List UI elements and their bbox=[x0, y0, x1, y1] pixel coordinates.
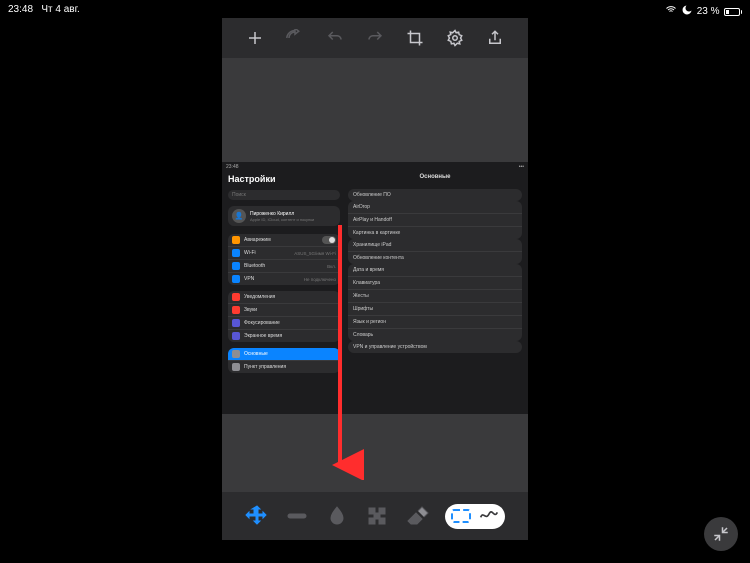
sidebar-group: Уведомления Звуки Фокусирование Экранное вр… bbox=[228, 291, 340, 342]
selection-tool-group bbox=[445, 504, 505, 529]
row-icon bbox=[232, 332, 240, 340]
inner-status-bar: 23:48 ••• bbox=[226, 164, 524, 170]
row-label: Авиарежим bbox=[244, 237, 271, 243]
canvas-empty-bottom bbox=[222, 414, 528, 492]
detail-row[interactable]: Клавиатура bbox=[348, 277, 522, 290]
detail-title: Основные bbox=[348, 174, 522, 180]
pixelate-tool[interactable] bbox=[365, 504, 389, 528]
move-tool[interactable] bbox=[245, 504, 269, 528]
line-tool[interactable] bbox=[285, 504, 309, 528]
detail-row[interactable]: AirDrop bbox=[348, 201, 522, 214]
wifi-icon bbox=[665, 4, 677, 19]
ipad-status-bar: 23:48 Чт 4 авг. 23 % bbox=[0, 4, 750, 19]
toggle[interactable] bbox=[322, 236, 336, 244]
row-label: Wi-Fi bbox=[244, 250, 256, 256]
row-label: Фокусирование bbox=[244, 320, 280, 326]
status-date: Чт 4 авг. bbox=[41, 4, 79, 15]
settings-sidebar: Настройки Поиск 👤 Пироженко Кирилл Apple… bbox=[222, 162, 344, 414]
image-editor: 23:48 ••• Настройки Поиск 👤 Пироженко Ки… bbox=[222, 18, 528, 540]
detail-row[interactable]: Жесты bbox=[348, 290, 522, 303]
row-icon bbox=[232, 350, 240, 358]
row-icon bbox=[232, 319, 240, 327]
row-icon bbox=[232, 306, 240, 314]
detail-row[interactable]: Шрифты bbox=[348, 303, 522, 316]
detail-group: VPN и управление устройством bbox=[348, 341, 522, 353]
back-button[interactable] bbox=[286, 29, 304, 47]
battery-icon bbox=[724, 8, 743, 16]
edited-screenshot[interactable]: 23:48 ••• Настройки Поиск 👤 Пироженко Ки… bbox=[222, 162, 528, 414]
sidebar-item[interactable]: Bluetooth Вкл. bbox=[228, 260, 340, 273]
selection-freehand-tool[interactable] bbox=[479, 506, 499, 527]
row-label: Основные bbox=[244, 351, 268, 357]
row-label: Уведомления bbox=[244, 294, 275, 300]
row-label: Bluetooth bbox=[244, 263, 265, 269]
battery-percent: 23 % bbox=[697, 6, 720, 17]
sidebar-item[interactable]: Wi-Fi ASUS_5G/имя Wi-Fi bbox=[228, 247, 340, 260]
share-button[interactable] bbox=[486, 29, 504, 47]
dnd-moon-icon bbox=[681, 4, 693, 19]
detail-row[interactable]: VPN и управление устройством bbox=[348, 341, 522, 353]
sidebar-item[interactable]: Пункт управления bbox=[228, 361, 340, 373]
apple-id-row[interactable]: 👤 Пироженко Кирилл Apple ID, iCloud, кон… bbox=[228, 206, 340, 226]
search-field[interactable]: Поиск bbox=[228, 190, 340, 200]
add-button[interactable] bbox=[246, 29, 264, 47]
row-icon bbox=[232, 249, 240, 257]
sidebar-item[interactable]: VPN Не подключено bbox=[228, 273, 340, 285]
row-label: VPN bbox=[244, 276, 254, 282]
sidebar-item[interactable]: Экранное время bbox=[228, 330, 340, 342]
row-label: Звуки bbox=[244, 307, 257, 313]
detail-group: Дата и времяКлавиатураЖестыШрифтыЯзык и … bbox=[348, 264, 522, 341]
row-detail: Не подключено bbox=[304, 277, 336, 282]
row-label: Пункт управления bbox=[244, 364, 286, 370]
detail-row[interactable]: Язык и регион bbox=[348, 316, 522, 329]
settings-button[interactable] bbox=[446, 29, 464, 47]
row-icon bbox=[232, 293, 240, 301]
row-icon bbox=[232, 363, 240, 371]
blur-tool[interactable] bbox=[325, 504, 349, 528]
eraser-tool[interactable] bbox=[405, 504, 429, 528]
canvas-empty-top bbox=[222, 58, 528, 162]
settings-title: Настройки bbox=[228, 174, 340, 184]
row-label: Экранное время bbox=[244, 333, 282, 339]
undo-button[interactable] bbox=[326, 29, 344, 47]
sidebar-group: Авиарежим Wi-Fi ASUS_5G/имя Wi-Fi Bluetooth… bbox=[228, 234, 340, 285]
redo-button[interactable] bbox=[366, 29, 384, 47]
detail-row[interactable]: Словарь bbox=[348, 329, 522, 341]
detail-group: AirDropAirPlay и HandoffКартинка в карти… bbox=[348, 201, 522, 239]
detail-row[interactable]: Обновление контента bbox=[348, 252, 522, 264]
profile-subtitle: Apple ID, iCloud, контент и покупки bbox=[250, 217, 314, 222]
row-icon bbox=[232, 236, 240, 244]
sidebar-group: Основные Пункт управления bbox=[228, 348, 340, 373]
detail-row[interactable]: Хранилище iPad bbox=[348, 239, 522, 252]
top-toolbar bbox=[222, 18, 528, 58]
row-detail: Вкл. bbox=[327, 264, 336, 269]
row-icon bbox=[232, 275, 240, 283]
row-detail: ASUS_5G/имя Wi-Fi bbox=[294, 251, 336, 256]
detail-group: Хранилище iPadОбновление контента bbox=[348, 239, 522, 264]
detail-group: Обновление ПО bbox=[348, 189, 522, 201]
detail-row[interactable]: Дата и время bbox=[348, 264, 522, 277]
sidebar-item[interactable]: Уведомления bbox=[228, 291, 340, 304]
row-icon bbox=[232, 262, 240, 270]
status-time: 23:48 bbox=[8, 4, 33, 15]
sidebar-item[interactable]: Фокусирование bbox=[228, 317, 340, 330]
selection-rect-tool[interactable] bbox=[451, 509, 471, 523]
sidebar-item[interactable]: Авиарежим bbox=[228, 234, 340, 247]
crop-button[interactable] bbox=[406, 29, 424, 47]
detail-row[interactable]: Картинка в картинке bbox=[348, 227, 522, 239]
settings-detail: Основные Обновление ПОAirDropAirPlay и H… bbox=[344, 162, 528, 414]
avatar: 👤 bbox=[232, 209, 246, 223]
sidebar-item[interactable]: Основные bbox=[228, 348, 340, 361]
detail-row[interactable]: AirPlay и Handoff bbox=[348, 214, 522, 227]
sidebar-item[interactable]: Звуки bbox=[228, 304, 340, 317]
bottom-toolbar bbox=[222, 492, 528, 540]
minimize-fab[interactable] bbox=[704, 517, 738, 551]
detail-row[interactable]: Обновление ПО bbox=[348, 189, 522, 201]
